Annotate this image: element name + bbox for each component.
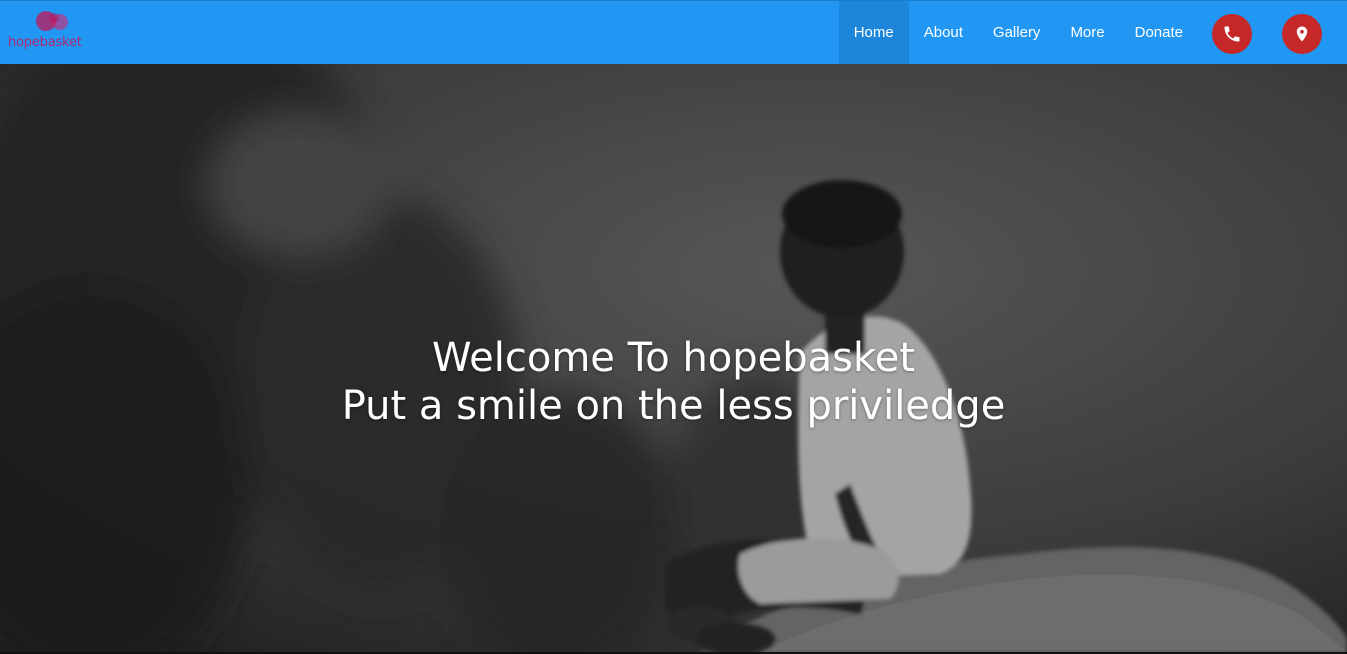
phone-icon: [1224, 26, 1240, 42]
phone-button[interactable]: [1212, 14, 1252, 54]
location-pin-icon: [1296, 26, 1308, 42]
top-navbar: hopebasket Home About Gallery More Donat…: [0, 0, 1347, 64]
main-navigation: Home About Gallery More Donate: [838, 1, 1198, 64]
nav-about[interactable]: About: [909, 1, 978, 64]
hero-heading: Welcome To hopebasket Put a smile on the…: [0, 334, 1347, 430]
nav-gallery[interactable]: Gallery: [978, 1, 1056, 64]
hero-subtitle: Put a smile on the less priviledge: [341, 383, 1006, 429]
nav-donate[interactable]: Donate: [1120, 1, 1198, 64]
brand-logo[interactable]: hopebasket: [8, 9, 100, 53]
nav-more[interactable]: More: [1055, 1, 1119, 64]
logo-mark-icon: [36, 11, 68, 31]
brand-name: hopebasket: [8, 35, 82, 50]
hero-title: Welcome To hopebasket: [431, 335, 916, 381]
nav-home[interactable]: Home: [838, 1, 909, 64]
hero-banner: Welcome To hopebasket Put a smile on the…: [0, 64, 1347, 652]
location-button[interactable]: [1282, 14, 1322, 54]
